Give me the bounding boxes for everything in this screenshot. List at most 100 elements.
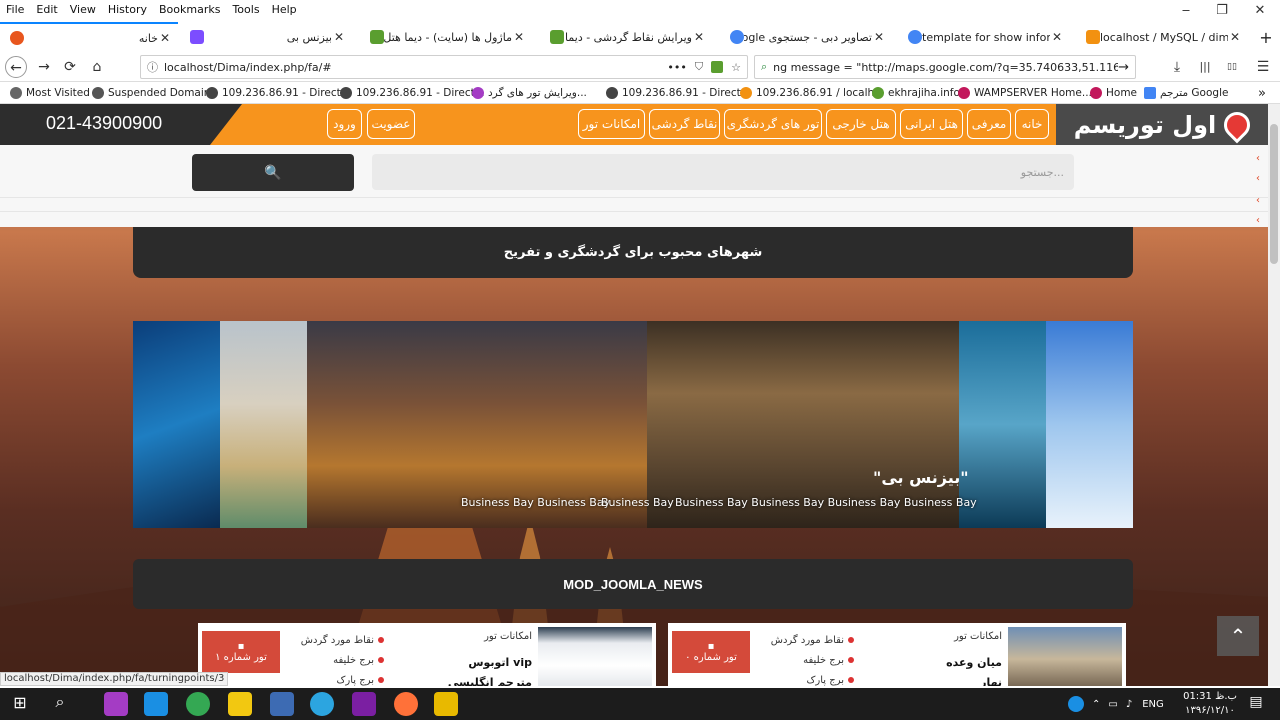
- sidebar-icon[interactable]: ▯▯: [1221, 56, 1243, 78]
- info-icon[interactable]: ⓘ: [147, 59, 158, 75]
- close-tab-icon[interactable]: ✕: [692, 30, 706, 44]
- nav-iranian-hotels[interactable]: هتل ایرانی: [900, 109, 963, 139]
- language-indicator[interactable]: ENG: [1142, 699, 1164, 710]
- search-text[interactable]: ng message = "http://maps.google.com/?q=…: [773, 61, 1118, 74]
- bookmark-star-icon[interactable]: ☆: [731, 61, 741, 74]
- webstorm-icon[interactable]: [144, 692, 168, 716]
- menu-edit[interactable]: Edit: [30, 3, 63, 16]
- download-icon[interactable]: ⤓: [1166, 56, 1188, 78]
- nav-register[interactable]: عضویت: [367, 109, 415, 139]
- page-scrollbar[interactable]: [1268, 104, 1280, 686]
- page-actions-icon[interactable]: •••: [667, 61, 686, 74]
- phpstorm-icon[interactable]: [352, 692, 376, 716]
- city-image-slider[interactable]: "بیزنس بی" Business Bay Business Bay Bus…: [133, 321, 1133, 528]
- bookmark-edit-tours[interactable]: ویرایش تور های گرد...: [472, 85, 587, 101]
- nav-tour-facilities[interactable]: امکانات تور: [578, 109, 645, 139]
- nav-tourist-points[interactable]: نقاط گردشی: [649, 109, 720, 139]
- paint-icon[interactable]: [434, 692, 458, 716]
- tour-number-badge[interactable]: ▪ تور شماره ۱: [202, 631, 280, 673]
- bookmark-direct-3[interactable]: 109.236.86.91 - Direct...: [606, 85, 751, 101]
- close-tab-icon[interactable]: ✕: [512, 30, 526, 44]
- close-tab-icon[interactable]: ✕: [158, 31, 172, 45]
- bookmark-most-visited[interactable]: Most Visited: [10, 85, 90, 101]
- close-tab-icon[interactable]: ✕: [1050, 30, 1064, 44]
- scroll-to-top-button[interactable]: ⌃: [1217, 616, 1259, 656]
- help-icon[interactable]: [1068, 696, 1084, 712]
- file-explorer-icon[interactable]: [228, 692, 252, 716]
- app-icon[interactable]: [270, 692, 294, 716]
- go-arrow-icon[interactable]: →: [1118, 60, 1129, 75]
- site-search-button[interactable]: 🔍: [192, 154, 354, 191]
- menu-view[interactable]: View: [64, 3, 102, 16]
- menu-tools[interactable]: Tools: [226, 3, 265, 16]
- close-tab-icon[interactable]: ✕: [872, 30, 886, 44]
- chevron-up-icon[interactable]: ⌃: [1092, 699, 1100, 710]
- tab-edit-points[interactable]: ویرایش نقاط گردشی - دیما هتل ✕: [540, 22, 712, 52]
- telegram-icon[interactable]: [310, 692, 334, 716]
- minimize-button[interactable]: ‒: [1168, 0, 1204, 22]
- pocket-icon[interactable]: ⛉: [695, 60, 703, 74]
- scrollbar-thumb[interactable]: [1270, 124, 1278, 264]
- tab-business-bay[interactable]: بیزنس بی ✕: [180, 22, 352, 52]
- chevron-left-icon[interactable]: ‹: [1256, 215, 1260, 226]
- search-bar[interactable]: ⌕ ng message = "http://maps.google.com/?…: [754, 55, 1136, 79]
- slide-clouds[interactable]: [1046, 321, 1133, 528]
- close-tab-icon[interactable]: ✕: [1228, 30, 1242, 44]
- bookmark-direct-2[interactable]: 109.236.86.91 - Direct...: [340, 85, 485, 101]
- menu-help[interactable]: Help: [266, 3, 303, 16]
- tour-number-badge[interactable]: ▪ تور شماره ۰: [672, 631, 750, 673]
- slide-villa[interactable]: [220, 321, 307, 528]
- nav-login[interactable]: ورود: [327, 109, 362, 139]
- slide-aquarium[interactable]: [133, 321, 220, 528]
- bookmark-google-translate[interactable]: مترجم Google: [1144, 85, 1228, 101]
- bookmark-phpmyadmin[interactable]: 109.236.86.91 / localh...: [740, 85, 884, 101]
- chevron-left-icon[interactable]: ‹: [1256, 195, 1260, 206]
- system-clock[interactable]: 01:31 ب.ظ ۱۳۹۶/۱۲/۱۰: [1180, 690, 1240, 718]
- phpstorm-alt-icon[interactable]: [104, 692, 128, 716]
- tab-home[interactable]: خانه ✕: [0, 22, 178, 52]
- hamburger-menu-icon[interactable]: ☰: [1252, 56, 1274, 78]
- bookmark-home[interactable]: Home: [1090, 85, 1137, 101]
- menu-history[interactable]: History: [102, 3, 153, 16]
- nav-tours[interactable]: تور های گردشگری: [724, 109, 822, 139]
- tour-thumbnail[interactable]: [538, 627, 652, 686]
- menu-bookmarks[interactable]: Bookmarks: [153, 3, 226, 16]
- search-icon[interactable]: ⌕: [48, 692, 72, 712]
- new-tab-button[interactable]: +: [1252, 22, 1280, 52]
- tab-phpmyadmin[interactable]: localhost / MySQL / dima_ho ✕: [1076, 22, 1248, 52]
- tour-card[interactable]: امکانات تور میان وعده نهار نقاط مورد گرد…: [668, 623, 1126, 686]
- site-search-input[interactable]: جستجو...: [372, 154, 1074, 190]
- bookmark-wampserver[interactable]: WAMPSERVER Home...: [958, 85, 1092, 101]
- forward-button[interactable]: →: [33, 56, 55, 78]
- start-button[interactable]: ⊞: [8, 693, 32, 712]
- site-logo[interactable]: اول توریسم: [1056, 104, 1268, 145]
- bookmark-direct-1[interactable]: 109.236.86.91 - Direct...: [206, 85, 351, 101]
- chevron-left-icon[interactable]: ‹: [1256, 153, 1260, 164]
- tour-card[interactable]: امکانات تور اتوبوس vip مترجم انگلیسی نقا…: [198, 623, 656, 686]
- volume-icon[interactable]: ♪: [1126, 699, 1132, 710]
- tab-google-images[interactable]: تصاویر دبی - جستجوی Google ✕: [720, 22, 892, 52]
- chevron-left-icon[interactable]: ‹: [1256, 173, 1260, 184]
- nav-home[interactable]: خانه: [1015, 109, 1049, 139]
- firefox-icon[interactable]: [394, 692, 418, 716]
- nav-about[interactable]: معرفی: [967, 109, 1011, 139]
- url-bar[interactable]: ⓘ localhost/Dima/index.php/fa/# ••• ⛉ ☆: [140, 55, 748, 79]
- tab-template[interactable]: template for show informatio ✕: [898, 22, 1070, 52]
- close-window-button[interactable]: ✕: [1242, 0, 1278, 22]
- bookmark-ekhrajiha[interactable]: ekhrajiha.info: [872, 85, 960, 101]
- menu-file[interactable]: File: [0, 3, 30, 16]
- tour-thumbnail[interactable]: [1008, 627, 1122, 686]
- nav-foreign-hotels[interactable]: هتل خارجی: [826, 109, 896, 139]
- url-text[interactable]: localhost/Dima/index.php/fa/#: [164, 61, 667, 74]
- notifications-icon[interactable]: ▤: [1244, 694, 1268, 710]
- bookmark-suspended[interactable]: Suspended Domain: [92, 85, 210, 101]
- chrome-icon[interactable]: [186, 692, 210, 716]
- maximize-button[interactable]: ❐: [1204, 0, 1240, 22]
- tab-modules[interactable]: ماژول ها (سایت) - دیما هتل 4 ✕: [360, 22, 532, 52]
- battery-icon[interactable]: ▭: [1108, 699, 1117, 710]
- home-button[interactable]: ⌂: [86, 56, 108, 78]
- reload-button[interactable]: ⟳: [59, 56, 81, 78]
- bookmarks-overflow-button[interactable]: »: [1258, 85, 1266, 101]
- close-tab-icon[interactable]: ✕: [332, 30, 346, 44]
- library-icon[interactable]: |||: [1194, 56, 1216, 78]
